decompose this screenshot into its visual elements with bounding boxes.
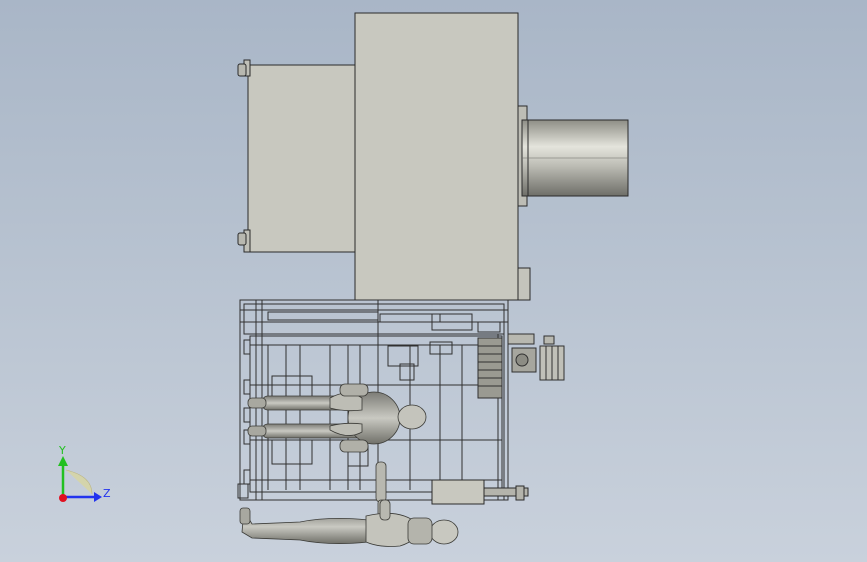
main-housing — [354, 12, 531, 301]
cad-viewport[interactable]: Y Z — [0, 0, 867, 562]
electrical-box — [431, 479, 529, 505]
cad-model-drawing: Y Z — [58, 12, 629, 547]
motor-pack — [477, 333, 565, 399]
cylinder-outlet — [521, 119, 629, 197]
triad-z-label: Z — [103, 487, 111, 500]
triad-y-label: Y — [58, 444, 66, 457]
coordinate-triad: Y Z — [58, 444, 111, 502]
rear-housing — [237, 59, 357, 253]
operator-figure-standing — [239, 499, 459, 547]
operator-figure-seated — [247, 383, 427, 517]
